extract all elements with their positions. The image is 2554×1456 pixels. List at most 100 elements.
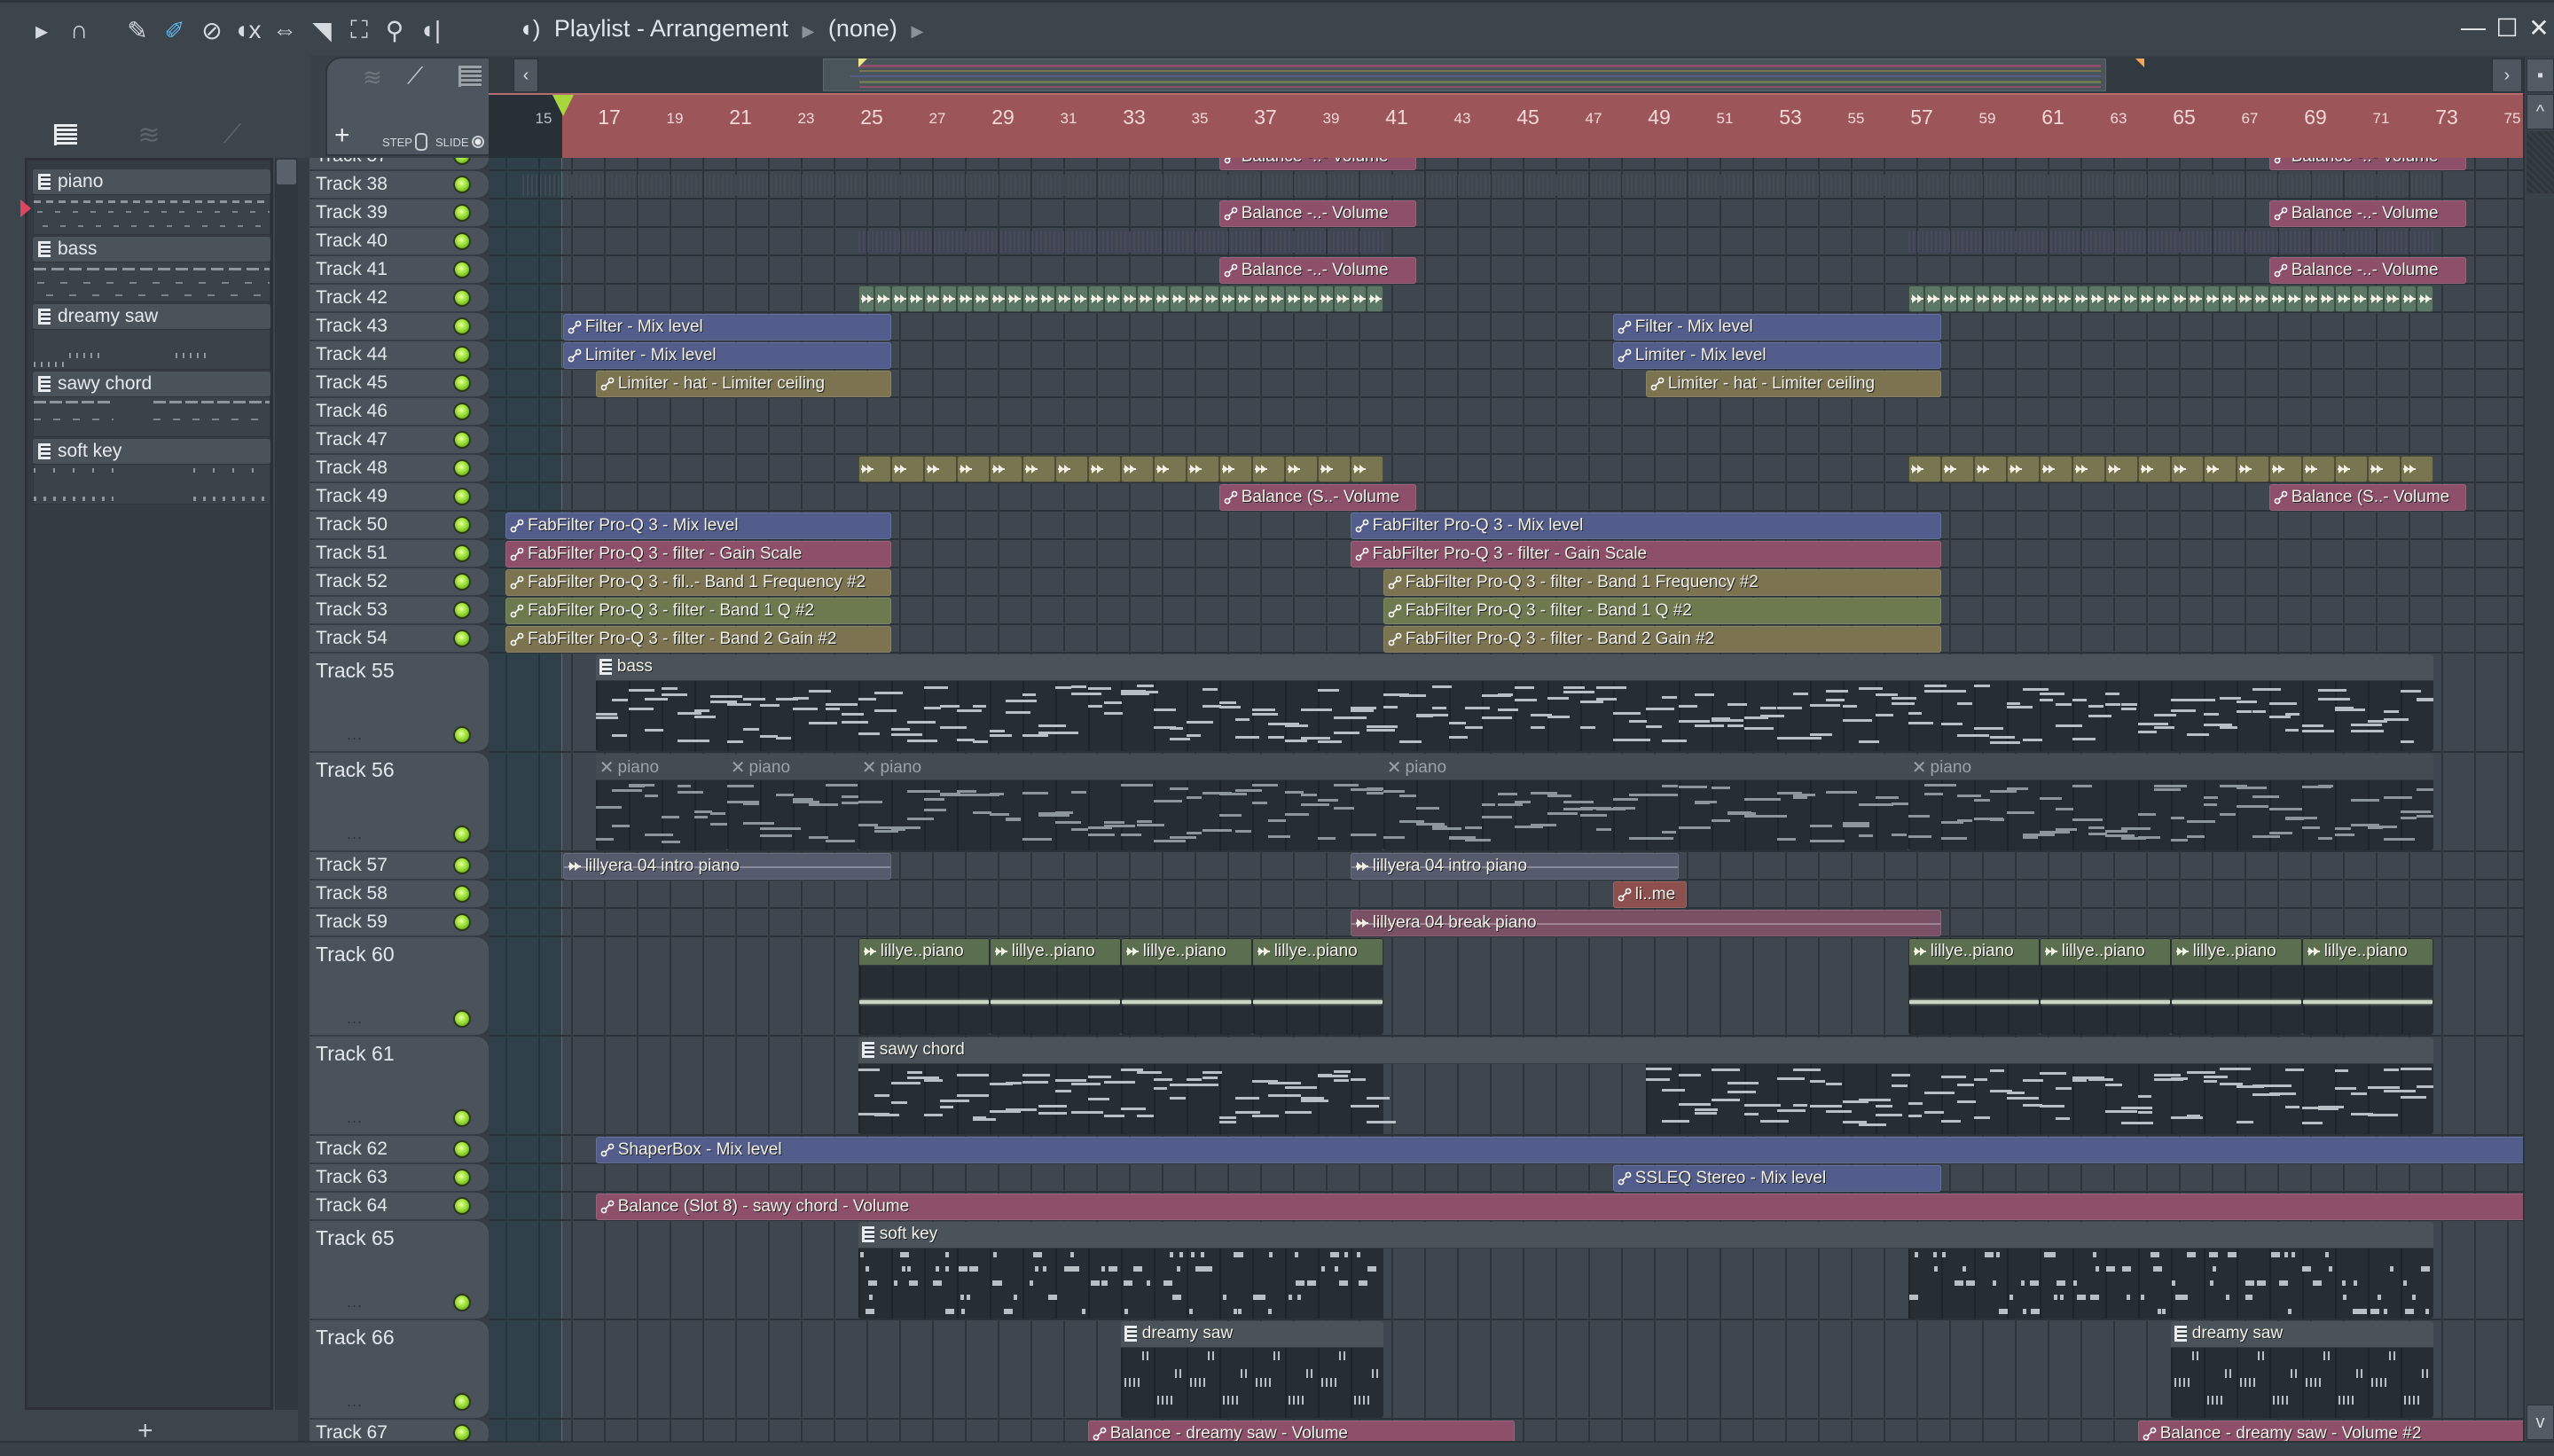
picker-item-header[interactable]: bass (33, 237, 270, 262)
audio-clip[interactable] (1153, 456, 1187, 482)
audio-clip[interactable] (1251, 286, 1269, 312)
zoom-icon[interactable]: ⚲ (380, 15, 410, 45)
audio-clip[interactable] (874, 286, 891, 312)
track-name[interactable]: Track 62 (316, 1139, 388, 1160)
automation-clip-balance-slot-8-sawy-chord-volume[interactable]: Balance (Slot 8) - sawy chord - Volume (595, 1194, 2523, 1220)
ghost-clip[interactable] (858, 231, 1383, 253)
track-header[interactable]: Track 52 (309, 568, 489, 597)
audio-clip-lillyera-04-intro-piano[interactable]: lillyera 04 intro piano (1350, 853, 1679, 880)
audio-clip[interactable] (2400, 456, 2433, 482)
audio-clip[interactable] (2039, 286, 2057, 312)
automation-clip-fabfilter-pro-q-3-mix-level[interactable]: FabFilter Pro-Q 3 - Mix level (1350, 513, 1941, 539)
picker-item-soft-key[interactable]: soft key (33, 439, 270, 506)
audio-clip[interactable] (1137, 286, 1154, 312)
scroll-menu-button[interactable]: ▪ (2527, 59, 2554, 92)
audio-clip[interactable] (2203, 456, 2237, 482)
audio-clip[interactable] (940, 286, 957, 312)
track-name[interactable]: Track 37 (316, 158, 388, 167)
pattern-clip-piano[interactable]: ✕ piano (1383, 754, 1908, 850)
track-header[interactable]: Track 62 (309, 1136, 489, 1164)
audio-clip-icon[interactable]: ≋ (363, 64, 382, 91)
playhead-marker[interactable] (552, 95, 574, 116)
automation-clip-icon[interactable]: ⟋ (407, 62, 423, 90)
track-options-dots[interactable]: ... (347, 725, 363, 744)
track-name[interactable]: Track 43 (316, 316, 388, 337)
track-name[interactable]: Track 40 (316, 231, 388, 252)
track-mute-led[interactable] (453, 374, 471, 392)
track-mute-led[interactable] (453, 459, 471, 477)
audio-clip[interactable] (1924, 286, 1941, 312)
picker-item-bass[interactable]: bass (33, 237, 270, 304)
audio-clip[interactable] (1940, 286, 1958, 312)
audio-clip[interactable] (2367, 286, 2385, 312)
track-options-dots[interactable]: ... (347, 1108, 363, 1127)
track-name[interactable]: Track 47 (316, 429, 388, 450)
track-mute-led[interactable] (453, 1010, 471, 1028)
audio-clip[interactable] (1268, 286, 1285, 312)
audio-clip-lillyera-04-intro-piano[interactable]: lillyera 04 intro piano (562, 853, 891, 880)
ghost-clip[interactable] (521, 175, 2441, 196)
picker-item-header[interactable]: soft key (33, 439, 270, 464)
pattern-clip-piano[interactable]: ✕ piano (858, 754, 1383, 850)
track-mute-led[interactable] (453, 1294, 471, 1311)
automation-clip-limiter-mix-level[interactable]: Limiter - Mix level (562, 342, 891, 369)
audio-clip[interactable] (989, 456, 1022, 482)
track-name[interactable]: Track 60 (316, 943, 395, 967)
slide-toggle[interactable] (471, 136, 484, 148)
audio-clip[interactable] (1990, 286, 2007, 312)
audio-clip-lillye-piano[interactable]: lillye..piano (989, 938, 1121, 1035)
pattern-clip-bass[interactable]: bass (595, 654, 2433, 751)
picker-scroll-thumb[interactable] (277, 160, 296, 184)
track-mute-led[interactable] (453, 630, 471, 647)
track-header[interactable]: Track 57 (309, 852, 489, 881)
track-mute-led[interactable] (453, 232, 471, 250)
minimize-button[interactable]: — (2458, 13, 2488, 42)
automation-clip-fabfilter-pro-q-3-filter-band-2-gain-2[interactable]: FabFilter Pro-Q 3 - filter - Band 2 Gain… (505, 626, 891, 653)
audio-clip[interactable] (2187, 286, 2204, 312)
paint-icon[interactable]: ✐ (160, 15, 190, 45)
audio-clip-lillyera-04-break-piano[interactable]: lillyera 04 break piano (1350, 910, 1941, 936)
audio-clip[interactable] (2334, 456, 2368, 482)
piano-roll-filter-icon[interactable] (48, 117, 83, 153)
audio-clip[interactable] (2400, 286, 2417, 312)
automation-clip-filter-mix-level[interactable]: Filter - Mix level (562, 314, 891, 341)
audio-clip[interactable] (2367, 456, 2401, 482)
track-header[interactable]: Track 60... (309, 937, 489, 1037)
automation-clip-shaperbox-mix-level[interactable]: ShaperBox - Mix level (595, 1137, 2523, 1163)
automation-clip-fabfilter-pro-q-3-filter-band-1-q-2[interactable]: FabFilter Pro-Q 3 - filter - Band 1 Q #2 (505, 598, 891, 624)
playlist-overview[interactable]: ‹ › (489, 57, 2523, 93)
audio-clip-lillye-piano[interactable]: lillye..piano (2170, 938, 2302, 1035)
track-name[interactable]: Track 57 (316, 855, 388, 876)
track-header[interactable]: Track 39 (309, 200, 489, 228)
track-header[interactable]: Track 65... (309, 1221, 489, 1320)
track-mute-led[interactable] (453, 885, 471, 903)
audio-clip[interactable] (1104, 286, 1121, 312)
audio-clip[interactable] (2170, 286, 2188, 312)
track-mute-led[interactable] (453, 403, 471, 420)
slice-icon[interactable]: ◥ (307, 15, 337, 45)
pattern-clip-soft-key[interactable]: soft key (858, 1222, 2433, 1319)
audio-clip[interactable] (1350, 286, 1367, 312)
slip-icon[interactable]: ⇔ (270, 15, 300, 45)
track-name[interactable]: Track 38 (316, 174, 388, 195)
automation-clip-fabfilter-pro-q-3-filter-band-1-frequency-2[interactable]: FabFilter Pro-Q 3 - filter - Band 1 Freq… (1383, 569, 1941, 596)
track-lane[interactable] (489, 427, 2523, 455)
track-header[interactable]: Track 42 (309, 285, 489, 313)
audio-clip[interactable] (1317, 286, 1335, 312)
pattern-clip-piano[interactable]: ✕ piano (1908, 754, 2433, 850)
audio-clip[interactable] (1367, 286, 1383, 312)
track-mute-led[interactable] (453, 317, 471, 335)
audio-clip[interactable] (2088, 286, 2105, 312)
track-name[interactable]: Track 45 (316, 372, 388, 394)
track-name[interactable]: Track 49 (316, 486, 388, 507)
muted-x-icon[interactable]: ✕ (862, 756, 877, 779)
automation-clip-balance-dreamy-saw-volume-2[interactable]: Balance - dreamy saw - Volume #2 (2137, 1421, 2523, 1441)
audio-clip[interactable] (2104, 286, 2122, 312)
track-mute-led[interactable] (453, 488, 471, 505)
audio-filter-icon[interactable]: ≋ (131, 117, 167, 153)
track-header[interactable]: Track 56... (309, 753, 489, 852)
track-header[interactable]: Track 43 (309, 313, 489, 341)
automation-clip-fabfilter-pro-q-3-fil-band-1-frequency-2[interactable]: FabFilter Pro-Q 3 - fil..- Band 1 Freque… (505, 569, 891, 596)
scroll-right-button[interactable]: › (2492, 59, 2522, 92)
track-mute-led[interactable] (453, 544, 471, 562)
